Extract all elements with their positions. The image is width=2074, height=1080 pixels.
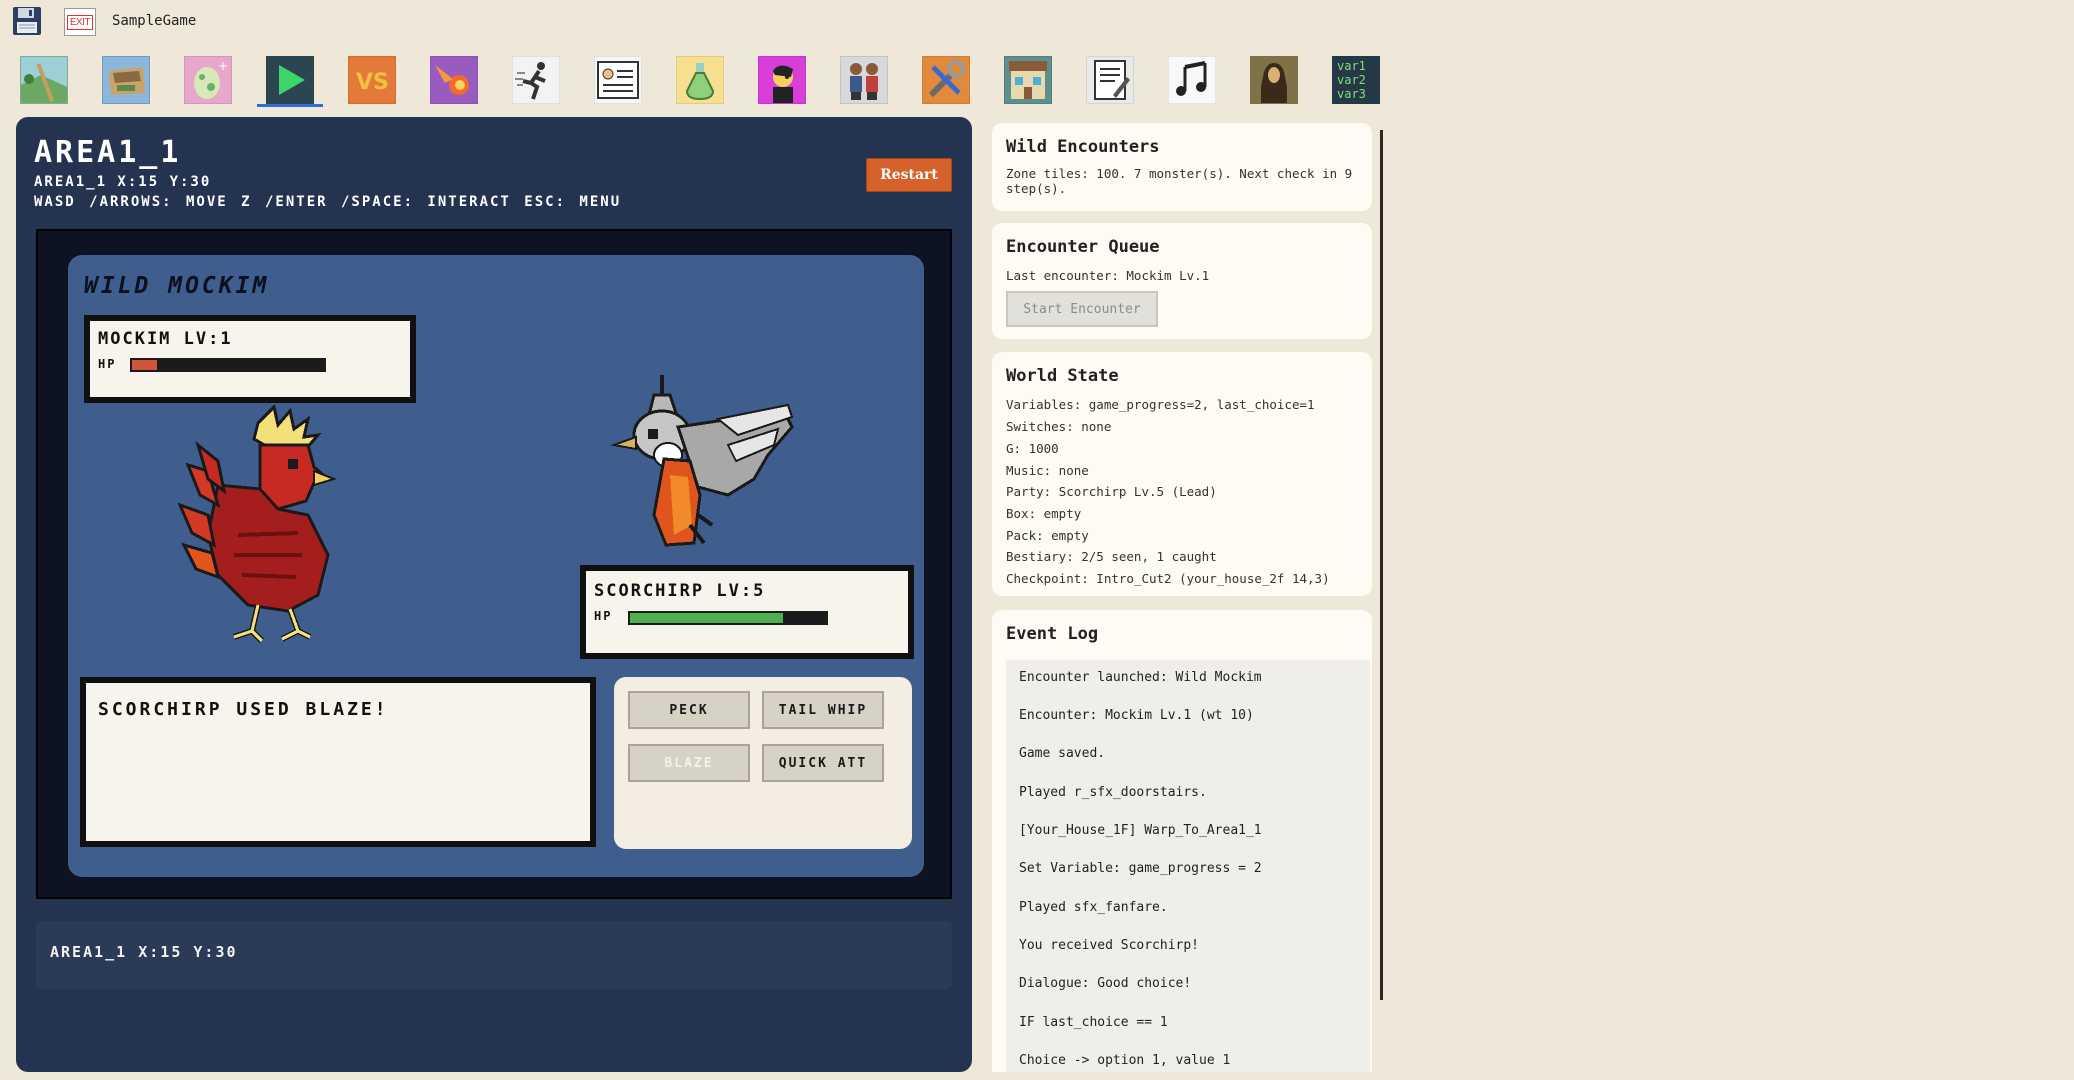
game-screen[interactable]: WILD MOCKIM MOCKIM LV:1 HP SCORCHIRP LV:…	[36, 229, 952, 899]
battle-scene: WILD MOCKIM MOCKIM LV:1 HP SCORCHIRP LV:…	[68, 255, 924, 877]
portrait-tool-icon[interactable]	[758, 56, 806, 104]
svg-text:+: +	[218, 59, 228, 73]
log-entry: Dialogue: Good choice!	[1019, 976, 1192, 991]
log-entry: Played r_sfx_doorstairs.	[1019, 785, 1207, 800]
location-status: AREA1_1 X:15 Y:30	[50, 943, 238, 961]
world-state-line: Pack: empty	[1006, 528, 1089, 543]
exit-label: EXIT	[66, 14, 94, 30]
area-title: AREA1_1	[34, 135, 182, 170]
location-status-bar: AREA1_1 X:15 Y:30	[36, 921, 952, 989]
music-tool-icon[interactable]	[1168, 56, 1216, 104]
dialogue-tool-icon[interactable]	[594, 56, 642, 104]
enemy-sprite	[178, 405, 338, 644]
battle-message: SCORCHIRP USED BLAZE!	[98, 699, 389, 720]
egg-tool-icon[interactable]: +	[184, 56, 232, 104]
player-hp-label: HP	[594, 609, 613, 623]
event-log-title: Event Log	[1006, 624, 1099, 644]
event-log-card: Event Log Encounter launched: Wild Mocki…	[992, 610, 1372, 1072]
player-hp-fill	[630, 613, 783, 623]
world-state-line: Box: empty	[1006, 506, 1082, 521]
enemy-hp-label: HP	[98, 357, 117, 371]
enemy-name-text: MOCKIM	[98, 329, 172, 349]
log-entry: You received Scorchirp!	[1019, 938, 1200, 953]
vs-tool-icon[interactable]: VS	[348, 56, 396, 104]
log-entry: Encounter launched: Wild Mockim	[1019, 670, 1262, 685]
tileset-tool-icon[interactable]	[102, 56, 150, 104]
wild-encounters-title: Wild Encounters	[1006, 137, 1160, 157]
log-entry: Played sfx_fanfare.	[1019, 900, 1168, 915]
world-state-line: Music: none	[1006, 463, 1089, 478]
world-state-title: World State	[1006, 366, 1119, 386]
player-name: SCORCHIRP LV:5	[594, 581, 765, 601]
play-tool-icon[interactable]	[257, 56, 323, 107]
variables-tool-icon[interactable]: var1 var2 var3	[1332, 56, 1380, 104]
move-button-peck[interactable]: PECK	[628, 691, 750, 729]
move-button-tail-whip[interactable]: TAIL WHIP	[762, 691, 884, 729]
enemy-hp-bar	[130, 358, 326, 372]
world-state-line: Party: Scorchirp Lv.5 (Lead)	[1006, 484, 1217, 499]
enemy-hp-fill	[132, 360, 157, 370]
map-tool-icon[interactable]	[20, 56, 68, 104]
player-sprite	[610, 375, 794, 547]
encounter-queue-title: Encounter Queue	[1006, 237, 1160, 257]
fireball-tool-icon[interactable]	[430, 56, 478, 104]
log-entry: IF last_choice == 1	[1019, 1015, 1168, 1030]
start-encounter-button[interactable]: Start Encounter	[1006, 291, 1158, 327]
world-state-line: Bestiary: 2/5 seen, 1 caught	[1006, 549, 1217, 564]
tools-tool-icon[interactable]	[922, 56, 970, 104]
save-icon[interactable]	[12, 6, 42, 36]
event-log-list[interactable]: Encounter launched: Wild Mockim Encounte…	[1006, 660, 1370, 1072]
world-state-line: Checkpoint: Intro_Cut2 (your_house_2f 14…	[1006, 571, 1330, 586]
side-panel-scrollbar[interactable]	[1380, 130, 1383, 1000]
restart-button[interactable]: Restart	[866, 158, 952, 192]
world-state-line: Switches: none	[1006, 419, 1112, 434]
script-tool-icon[interactable]	[1086, 56, 1134, 104]
wild-encounters-info-line1: Zone tiles: 100. 7 monster(s). Next chec…	[1006, 166, 1353, 181]
top-bar: EXIT SampleGame	[0, 0, 2074, 44]
move-menu: PECK TAIL WHIP BLAZE QUICK ATT	[614, 677, 912, 849]
log-entry: Encounter: Mockim Lv.1 (wt 10)	[1019, 708, 1254, 723]
battle-message-box: SCORCHIRP USED BLAZE!	[80, 677, 596, 847]
svg-text:var1: var1	[1337, 59, 1366, 73]
enemy-name: MOCKIM LV:1	[98, 329, 233, 349]
player-level: LV:5	[716, 581, 766, 601]
move-button-blaze[interactable]: BLAZE	[628, 744, 750, 782]
wild-encounters-info-line2: step(s).	[1006, 181, 1067, 196]
side-panel: Wild Encounters Zone tiles: 100. 7 monst…	[992, 117, 1384, 1072]
world-state-card: World State Variables: game_progress=2, …	[992, 352, 1372, 596]
game-panel: AREA1_1 AREA1_1 X:15 Y:30 WASD /ARROWS: …	[16, 117, 972, 1072]
player-hp-box: SCORCHIRP LV:5 HP	[580, 565, 914, 659]
area-coords: AREA1_1 X:15 Y:30	[34, 174, 212, 190]
enemy-hp-box: MOCKIM LV:1 HP	[84, 315, 416, 403]
controls-help: WASD /ARROWS: MOVE Z /ENTER /SPACE: INTE…	[34, 194, 622, 210]
running-man-tool-icon[interactable]	[512, 56, 560, 104]
log-entry: [Your_House_1F] Warp_To_Area1_1	[1019, 823, 1262, 838]
potion-tool-icon[interactable]	[676, 56, 724, 104]
log-entry: Game saved.	[1019, 746, 1106, 761]
log-entry: Set Variable: game_progress = 2	[1019, 861, 1262, 876]
svg-text:var3: var3	[1337, 87, 1366, 101]
building-tool-icon[interactable]	[1004, 56, 1052, 104]
log-entry: Choice -> option 1, value 1	[1019, 1053, 1231, 1068]
painting-tool-icon[interactable]	[1250, 56, 1298, 104]
app-title: SampleGame	[112, 13, 197, 29]
exit-button[interactable]: EXIT	[64, 8, 96, 36]
svg-text:var2: var2	[1337, 73, 1366, 87]
last-encounter: Last encounter: Mockim Lv.1	[1006, 268, 1210, 283]
move-button-quick-att[interactable]: QUICK ATT	[762, 744, 884, 782]
world-state-line: Variables: game_progress=2, last_choice=…	[1006, 397, 1315, 412]
enemy-level: LV:1	[183, 329, 233, 349]
wild-encounters-card: Wild Encounters Zone tiles: 100. 7 monst…	[992, 123, 1372, 211]
player-name-text: SCORCHIRP	[594, 581, 705, 601]
editor-toolbar: + VS var1 var2 var3	[0, 54, 1400, 107]
battle-title: WILD MOCKIM	[84, 273, 270, 299]
encounter-queue-card: Encounter Queue Last encounter: Mockim L…	[992, 223, 1372, 339]
world-state-line: G: 1000	[1006, 441, 1059, 456]
player-hp-bar	[628, 611, 828, 625]
characters-tool-icon[interactable]	[840, 56, 888, 104]
svg-text:VS: VS	[356, 70, 389, 95]
